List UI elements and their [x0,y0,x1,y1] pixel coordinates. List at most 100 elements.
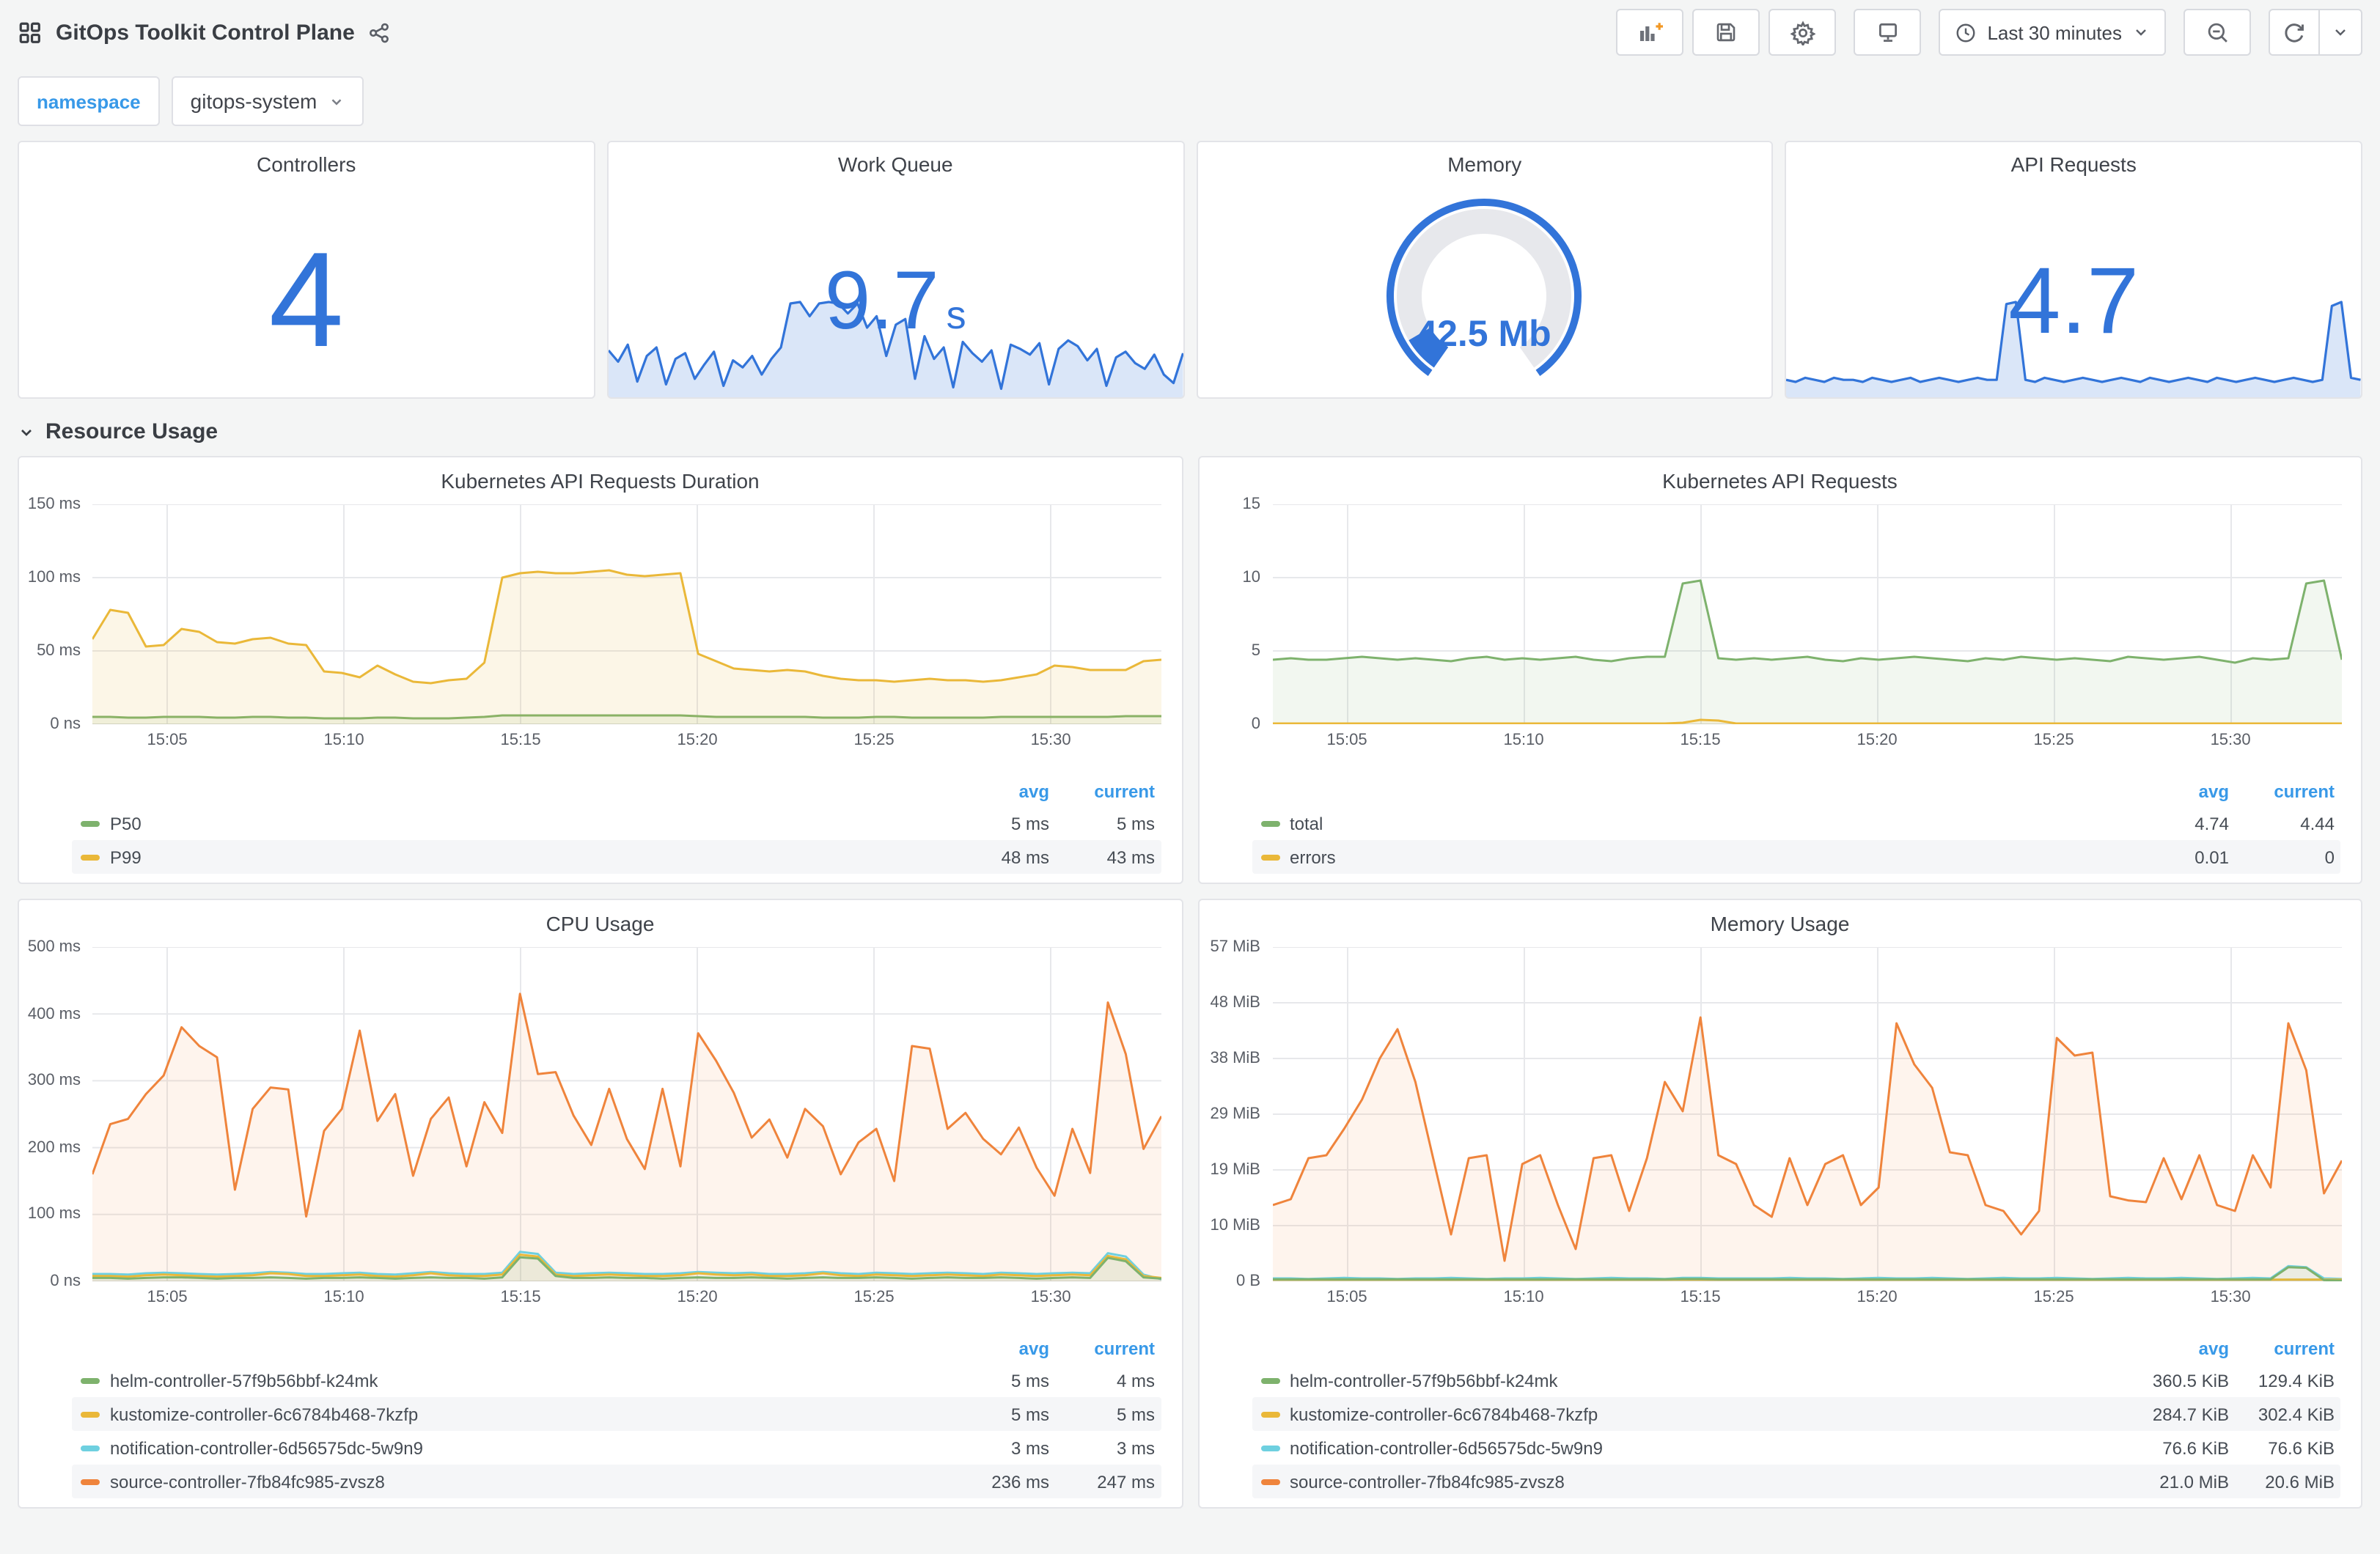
row-resource-usage[interactable]: Resource Usage [0,399,2380,456]
chart-area: 0 B 10 MiB 19 MiB 29 MiB 38 MiB 48 MiB 57 MiB 1… [1211,938,2341,1314]
series-name: notification-controller-6d56575dc-5w9n9 [1290,1437,1603,1458]
chart-area: 0 ns 50 ms 100 ms 150 ms 15:05 15:10 15:15 15:2… [28,496,1161,756]
series-avg: 3 ms [1010,1437,1049,1458]
legend-series-toggle[interactable]: total [1260,813,2123,833]
x-axis-tick: 15:20 [677,1289,718,1306]
y-axis-tick: 0 ns [50,1273,81,1290]
panel-title[interactable]: Memory Usage [1199,900,2361,935]
time-range-picker[interactable]: Last 30 minutes [1939,9,2166,56]
time-range-label: Last 30 minutes [1987,21,2122,43]
zoom-out-button[interactable] [2183,9,2251,56]
series-color-swatch [81,1411,100,1417]
legend-column-current[interactable]: current [2229,1338,2335,1359]
legend-column-current[interactable]: current [2229,781,2335,802]
legend-series-toggle[interactable]: kustomize-controller-6c6784b468-7kzfp [1260,1404,2123,1424]
series-current: 247 ms [1097,1471,1155,1492]
legend-row: helm-controller-57f9b56bbf-k24mk 360.5 Ki… [1252,1363,2340,1397]
series-color-swatch [81,1478,100,1484]
share-icon[interactable] [368,21,390,43]
x-axis-tick: 15:10 [1503,732,1544,749]
legend-series-toggle[interactable]: P99 [81,847,944,867]
series-avg: 0.01 [2194,847,2229,867]
series-current: 302.4 KiB [2258,1404,2335,1424]
panel-title[interactable]: API Requests [1787,142,2362,176]
y-axis-tick: 19 MiB [1210,1161,1261,1179]
variable-namespace-select[interactable]: gitops-system [171,76,364,126]
dashboard-grid-icon[interactable] [18,20,43,45]
legend-column-avg[interactable]: avg [2123,1338,2229,1359]
x-axis-tick: 15:10 [323,1289,364,1306]
y-axis-tick: 57 MiB [1210,938,1261,956]
legend-column-current[interactable]: current [1049,1338,1155,1359]
series-name: source-controller-7fb84fc985-zvsz8 [1290,1471,1565,1492]
panel-title[interactable]: CPU Usage [19,900,1181,935]
legend-row: errors 0.01 0 [1252,840,2340,874]
series-name: total [1290,813,1323,833]
y-axis-tick: 38 MiB [1210,1050,1261,1067]
dashboard-settings-button[interactable] [1769,9,1837,56]
page-title: GitOps Toolkit Control Plane [56,20,355,45]
legend-row: kustomize-controller-6c6784b468-7kzfp 284… [1252,1397,2340,1431]
panel-title[interactable]: Kubernetes API Requests Duration [19,457,1181,493]
x-axis-tick: 15:15 [1680,732,1721,749]
legend-series-toggle[interactable]: P50 [81,813,944,833]
plot-canvas[interactable] [92,947,1161,1281]
panel-memory-usage: Memory Usage 0 B 10 MiB 19 MiB 29 MiB 38 MiB… [1197,899,2362,1509]
plot-canvas[interactable] [92,504,1161,724]
legend-column-avg[interactable]: avg [2123,781,2229,802]
legend-column-current[interactable]: current [1049,781,1155,802]
series-current: 4 ms [1116,1370,1155,1391]
series-current: 0 [2324,847,2335,867]
memory-gauge: 42.5 Mb [1197,180,1772,391]
legend-column-avg[interactable]: avg [944,781,1049,802]
y-axis-tick: 10 MiB [1210,1217,1261,1234]
panel-title[interactable]: Work Queue [609,142,1183,176]
panel-k8s-api-requests: Kubernetes API Requests 0 5 10 15 15:05 15:10… [1197,456,2362,884]
y-axis-tick: 0 B [1235,1273,1260,1290]
series-current: 76.6 KiB [2268,1437,2335,1458]
legend-series-toggle[interactable]: kustomize-controller-6c6784b468-7kzfp [81,1404,944,1424]
x-axis-tick: 15:05 [147,1289,188,1306]
x-axis-tick: 15:25 [853,732,895,749]
legend-column-avg[interactable]: avg [944,1338,1049,1359]
api-requests-value: 4.7 [2008,247,2140,353]
legend-series-toggle[interactable]: source-controller-7fb84fc985-zvsz8 [81,1471,944,1492]
series-avg: 76.6 KiB [2162,1437,2229,1458]
y-axis-tick: 100 ms [27,1205,81,1223]
legend-row: total 4.74 4.44 [1252,806,2340,840]
panel-title[interactable]: Memory [1197,142,1772,176]
y-axis-tick: 400 ms [27,1005,81,1023]
plot-canvas[interactable] [1272,947,2341,1281]
refresh-interval-dropdown[interactable] [2318,10,2361,54]
variable-namespace-label: namespace [18,76,160,126]
series-current: 129.4 KiB [2258,1370,2335,1391]
panel-k8s-api-requests-duration: Kubernetes API Requests Duration 0 ns 50 … [18,456,1183,884]
legend-series-toggle[interactable]: helm-controller-57f9b56bbf-k24mk [1260,1370,2123,1391]
series-avg: 284.7 KiB [2152,1404,2229,1424]
panel-title[interactable]: Kubernetes API Requests [1199,457,2361,493]
x-axis-tick: 15:15 [500,1289,541,1306]
panel-controllers: Controllers 4 [18,141,595,399]
refresh-button[interactable] [2270,10,2318,54]
chevron-down-icon [2335,29,2346,36]
plot-canvas[interactable] [1272,504,2341,724]
panel-cpu-usage: CPU Usage 0 ns 100 ms 200 ms 300 ms 400 ms 50… [18,899,1183,1509]
legend-series-toggle[interactable]: source-controller-7fb84fc985-zvsz8 [1260,1471,2123,1492]
controllers-value: 4 [268,225,344,375]
series-color-swatch [1260,1377,1279,1383]
legend-row: notification-controller-6d56575dc-5w9n9 7… [1252,1431,2340,1465]
panel-title[interactable]: Controllers [19,142,594,176]
series-name: notification-controller-6d56575dc-5w9n9 [110,1437,423,1458]
cycle-view-button[interactable] [1854,9,1922,56]
legend-series-toggle[interactable]: notification-controller-6d56575dc-5w9n9 [81,1437,944,1458]
add-panel-button[interactable] [1616,9,1684,56]
legend-series-toggle[interactable]: errors [1260,847,2123,867]
legend-series-toggle[interactable]: notification-controller-6d56575dc-5w9n9 [1260,1437,2123,1458]
series-name: P99 [110,847,142,867]
row-title: Resource Usage [45,419,218,444]
y-axis-tick: 10 [1242,569,1261,586]
series-name: helm-controller-57f9b56bbf-k24mk [110,1370,378,1391]
legend: avg current helm-controller-57f9b56bbf-k24… [72,1334,1161,1498]
legend-series-toggle[interactable]: helm-controller-57f9b56bbf-k24mk [81,1370,944,1391]
save-dashboard-button[interactable] [1692,9,1760,56]
